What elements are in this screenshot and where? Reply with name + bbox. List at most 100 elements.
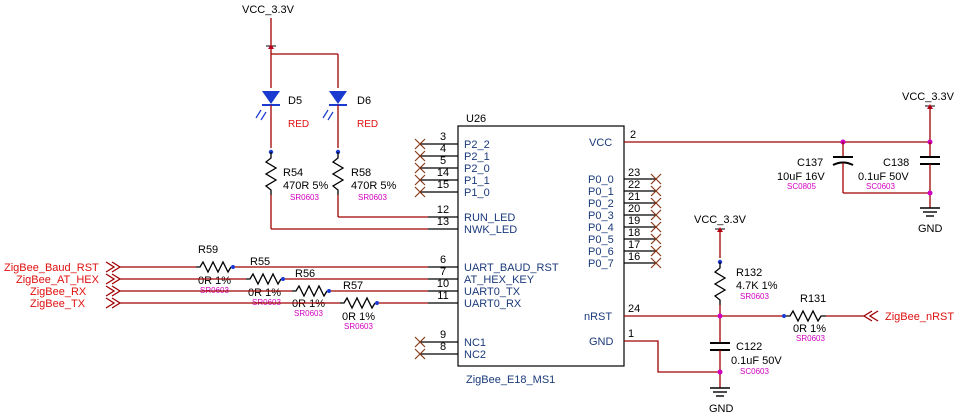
r58-package: SR0603 [358, 193, 387, 202]
uart-nets: ZigBee_Baud_RST ZigBee_AT_HEX ZigBee_RX … [4, 244, 428, 331]
pin-num-9: 9 [440, 329, 446, 341]
r59-ref: R59 [198, 244, 218, 256]
no-connect-marks-left [414, 138, 426, 360]
zigbee-schematic: VCC_3.3V D5 RED D6 RED R54 470R 5% SR060… [4, 4, 955, 415]
pin-name-p2-1: P2_1 [464, 151, 490, 163]
pin-name-p2-0: P2_0 [464, 163, 490, 175]
r54-ref: R54 [283, 167, 303, 179]
pin-name-nc1: NC1 [464, 337, 486, 349]
pin-num-15: 15 [437, 179, 449, 191]
led-d5: D5 RED [255, 91, 309, 148]
rail-label-top: VCC_3.3V [242, 4, 295, 16]
pin-name-p0-0: P0_0 [588, 174, 614, 186]
pin-num-7: 7 [440, 266, 446, 278]
c122-package: SC0603 [740, 367, 769, 376]
chip-part: ZigBee_E18_MS1 [466, 374, 555, 386]
pin-name-p0-1: P0_1 [588, 186, 614, 198]
d6-ref: D6 [357, 95, 371, 107]
net-label-at-hex: ZigBee_AT_HEX [16, 274, 100, 286]
pin-num-17: 17 [628, 239, 640, 251]
pin-name-vcc: VCC [589, 137, 612, 149]
pin-num-14: 14 [437, 167, 449, 179]
pin-num-20: 20 [628, 203, 640, 215]
r56-package: SR0603 [294, 309, 323, 318]
r132-ref: R132 [736, 267, 762, 279]
r57-ref: R57 [343, 280, 363, 292]
pin-num-18: 18 [628, 227, 640, 239]
chip-left-pins: 3 P2_2 4 P2_1 5 P2_0 14 P1_1 15 P1_0 12 … [420, 131, 559, 361]
vcc-decoupling: VCC_3.3V C137 10uF 16V SC0805 C138 0.1uF… [777, 91, 955, 235]
pin-name-p0-7: P0_7 [588, 258, 614, 270]
chip-u26: U26 ZigBee_E18_MS1 3 P2_2 4 P2_1 5 P2_0 … [414, 113, 930, 386]
rail-label-right: VCC_3.3V [902, 91, 955, 103]
pin-name-p0-2: P0_2 [588, 198, 614, 210]
chip-right-pins: 2 VCC 23 P0_0 22 P0_1 21 P0_2 20 P0_3 19… [584, 129, 930, 373]
net-label-nrst: ZigBee_nRST [885, 311, 954, 323]
net-label-baud-rst: ZigBee_Baud_RST [4, 262, 99, 274]
pin-name-nc2: NC2 [464, 349, 486, 361]
pin-name-p0-4: P0_4 [588, 222, 614, 234]
pin-num-24: 24 [628, 303, 640, 315]
gnd-label-right: GND [918, 223, 943, 235]
r131-ref: R131 [800, 293, 826, 305]
r58-value: 470R 5% [351, 180, 396, 192]
pin-num-1: 1 [628, 328, 634, 340]
pin-num-3: 3 [440, 131, 446, 143]
d5-ref: D5 [288, 95, 302, 107]
pin-num-4: 4 [440, 143, 446, 155]
reset-circuit: VCC_3.3V R132 4.7K 1% SR0603 C122 0.1uF … [694, 214, 954, 415]
d6-color: RED [357, 119, 378, 130]
led-d6: D6 RED [322, 91, 378, 148]
net-label-tx: ZigBee_TX [30, 298, 86, 310]
pin-name-p0-5: P0_5 [588, 234, 614, 246]
pin-name-uart0-rx: UART0_RX [464, 298, 522, 310]
pin-num-13: 13 [437, 216, 449, 228]
r56-ref: R56 [295, 268, 315, 280]
r54-package: SR0603 [290, 193, 319, 202]
pin-name-uart-baud-rst: UART_BAUD_RST [464, 262, 559, 274]
c137-package: SC0805 [787, 182, 816, 191]
resistor-r58: R58 470R 5% SR0603 [331, 149, 428, 218]
pin-num-12: 12 [437, 204, 449, 216]
r55-ref: R55 [250, 256, 270, 268]
pin-num-11: 11 [437, 290, 448, 302]
r132-package: SR0603 [740, 292, 769, 301]
net-label-rx: ZigBee_RX [30, 286, 87, 298]
pin-name-p1-1: P1_1 [464, 175, 490, 187]
pin-num-19: 19 [628, 215, 640, 227]
pin-name-p2-2: P2_2 [464, 139, 490, 151]
d5-color: RED [288, 119, 309, 130]
c122-ref: C122 [736, 341, 762, 353]
pin-name-uart0-tx: UART0_TX [464, 286, 521, 298]
pin-num-21: 21 [628, 191, 640, 203]
rail-label-reset: VCC_3.3V [694, 214, 747, 226]
pin-num-22: 22 [628, 179, 640, 191]
pin-num-8: 8 [440, 341, 446, 353]
c137-ref: C137 [797, 157, 823, 169]
r131-package: SR0603 [796, 334, 825, 343]
pin-num-16: 16 [628, 251, 640, 263]
pin-name-p0-3: P0_3 [588, 210, 614, 222]
pin-name-p1-0: P1_0 [464, 187, 490, 199]
c122-value: 0.1uF 50V [731, 355, 782, 367]
r57-package: SR0603 [344, 322, 373, 331]
top-power-rail: VCC_3.3V [242, 4, 339, 88]
pin-name-nrst: nRST [584, 311, 612, 323]
pin-num-2: 2 [630, 129, 636, 141]
pin-name-run-led: RUN_LED [464, 212, 515, 224]
pin-num-10: 10 [437, 278, 449, 290]
r54-value: 470R 5% [283, 180, 328, 192]
no-connect-marks-right [650, 173, 662, 269]
pin-num-5: 5 [440, 155, 446, 167]
pin-num-6: 6 [440, 254, 446, 266]
pin-name-nwk-led: NWK_LED [464, 224, 517, 236]
c138-ref: C138 [883, 157, 909, 169]
r58-ref: R58 [351, 167, 371, 179]
pin-name-gnd: GND [589, 336, 614, 348]
pin-num-23: 23 [628, 167, 640, 179]
gnd-label-reset: GND [709, 403, 734, 415]
pin-name-at-hex-key: AT_HEX_KEY [464, 274, 535, 286]
r132-value: 4.7K 1% [736, 280, 778, 292]
pin-name-p0-6: P0_6 [588, 246, 614, 258]
chip-ref: U26 [466, 113, 486, 125]
